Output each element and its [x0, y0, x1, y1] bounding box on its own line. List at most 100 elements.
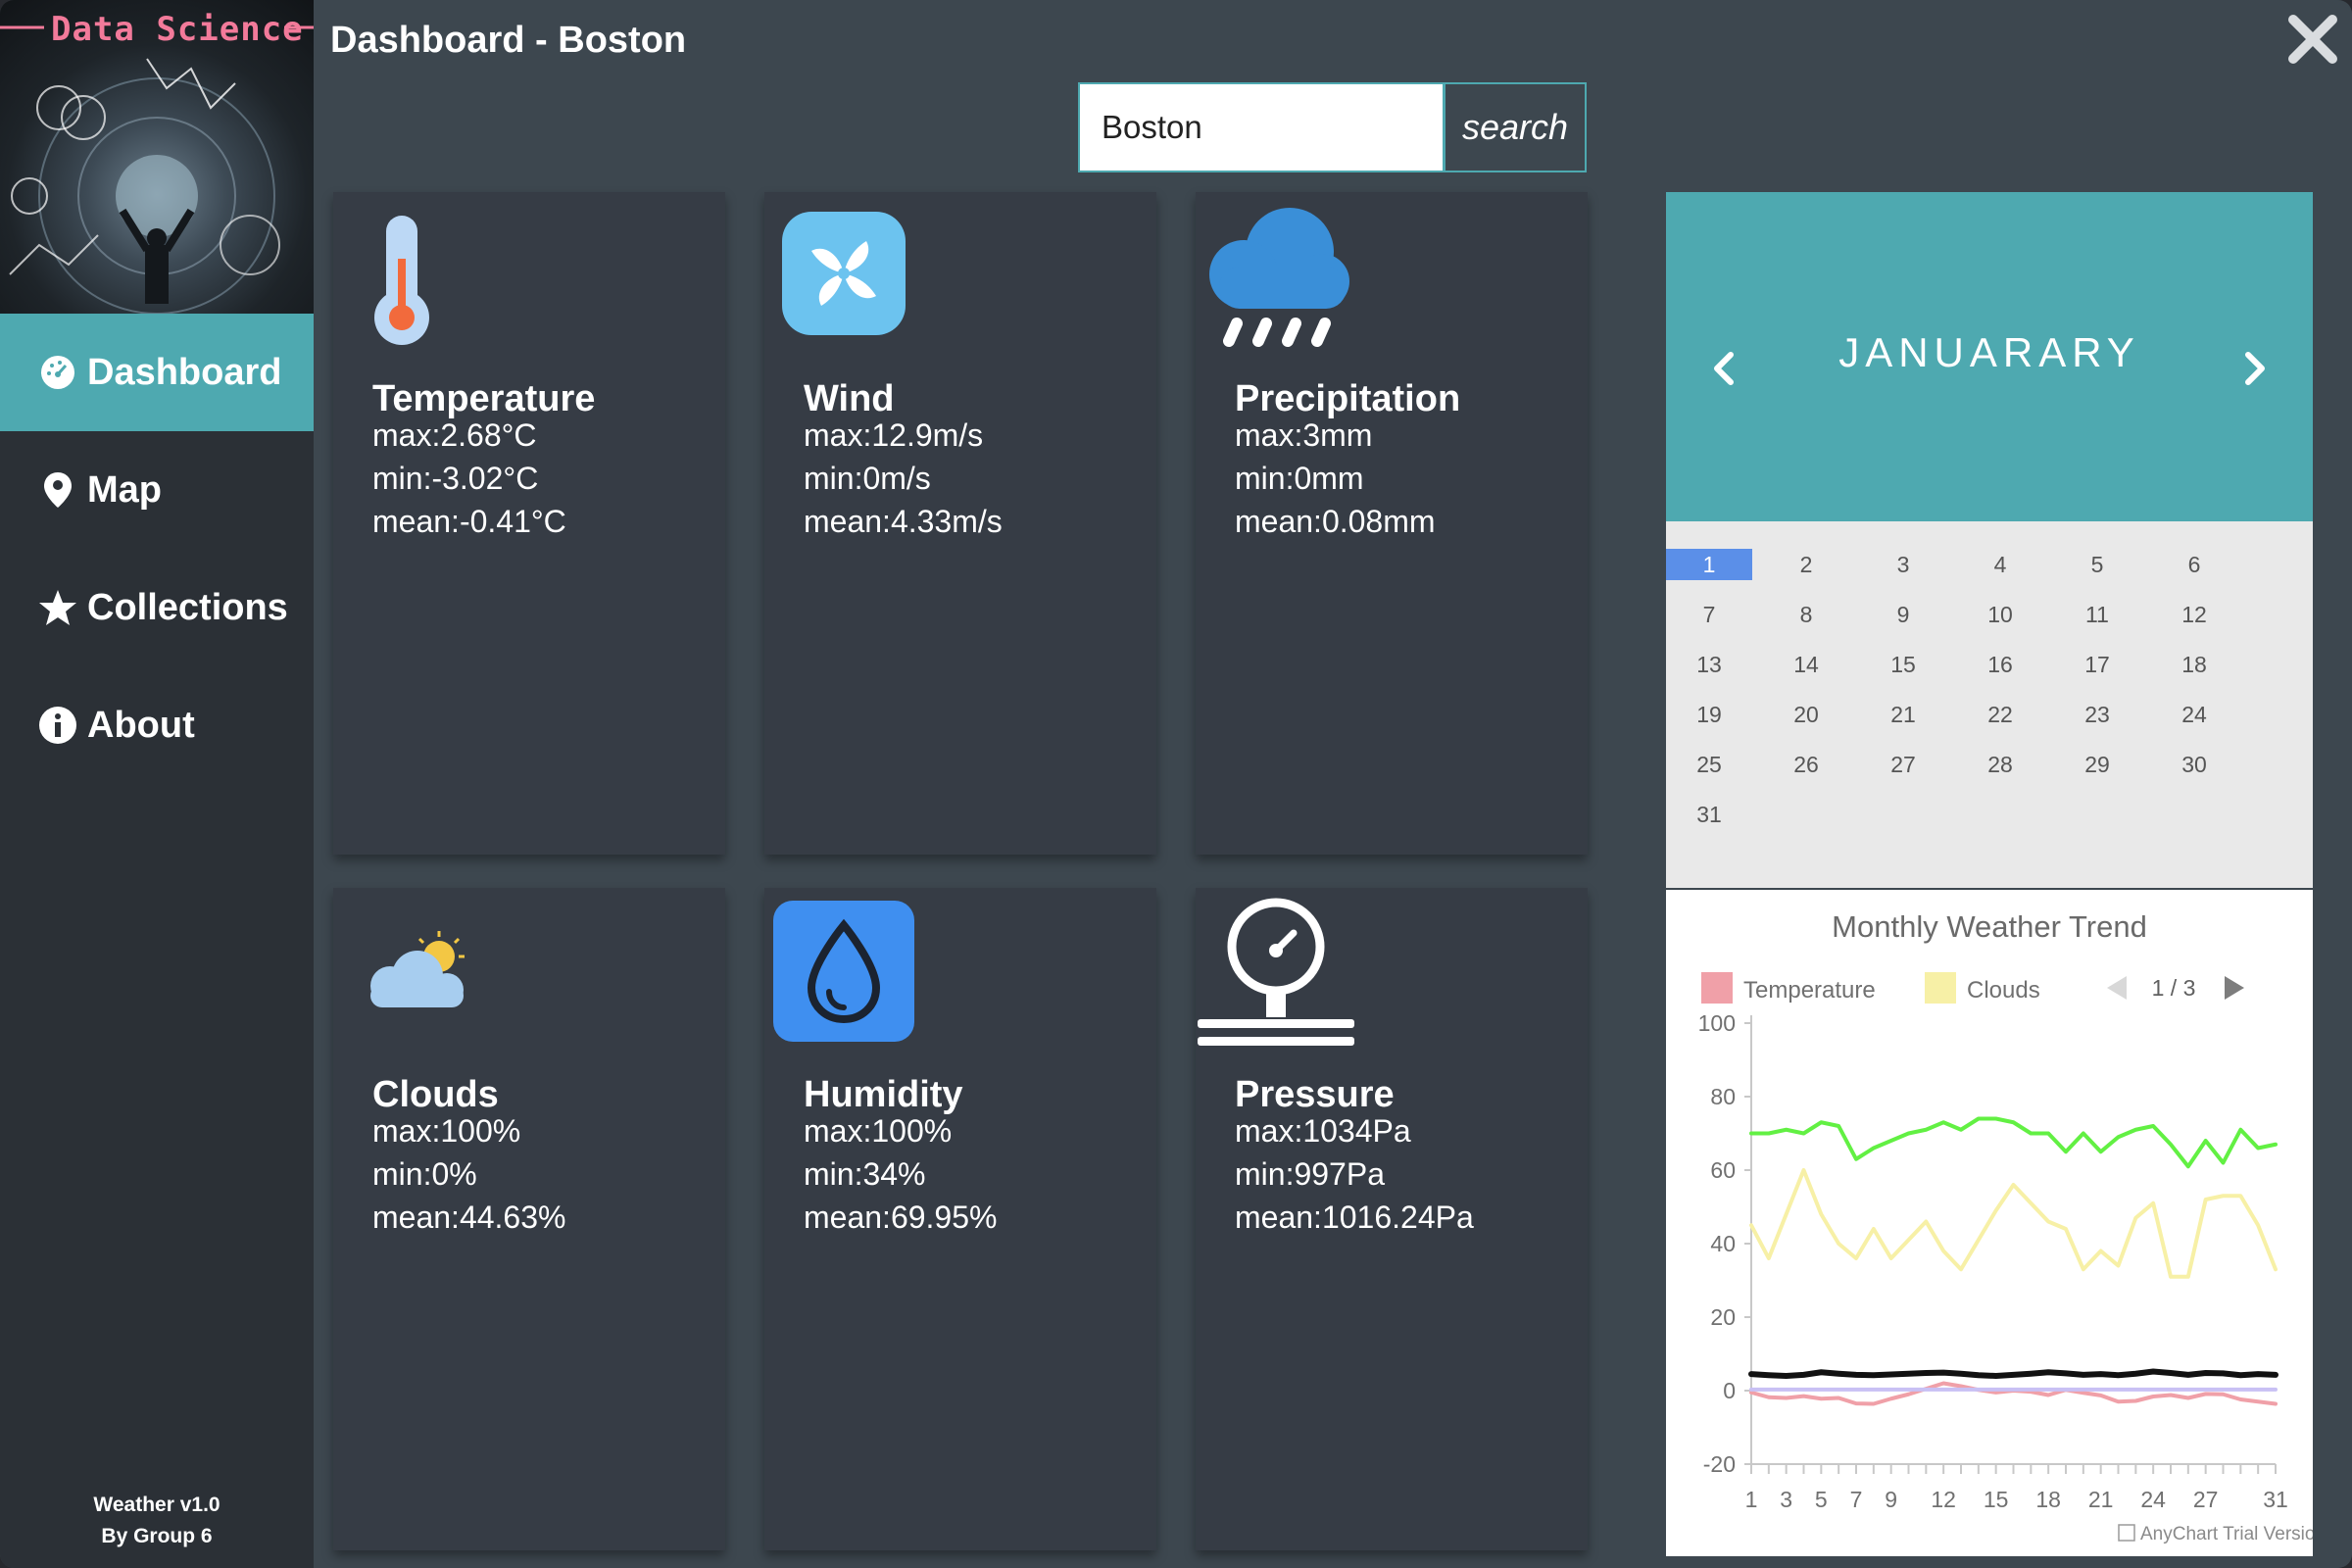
calendar-day[interactable]: 28	[1957, 749, 2043, 780]
card-min: min:997Pa	[1235, 1156, 1385, 1192]
calendar-day[interactable]: 4	[1957, 549, 2043, 580]
card-mean: mean:1016.24Pa	[1235, 1200, 1474, 1235]
chevron-right-icon	[2245, 352, 2265, 385]
sidebar-item-dashboard[interactable]: Dashboard	[0, 314, 314, 431]
y-tick-label: 60	[1710, 1157, 1736, 1183]
calendar-day[interactable]: 2	[1763, 549, 1849, 580]
sidebar-item-label: Collections	[87, 586, 288, 628]
chart-svg: Monthly Weather Trend Temperature Clouds 1 …	[1698, 909, 2313, 1544]
star-icon	[38, 588, 77, 627]
y-tick-label: -20	[1703, 1451, 1736, 1477]
weather-trend-chart: Monthly Weather Trend Temperature Clouds 1 …	[1666, 890, 2313, 1556]
card-mean: mean:4.33m/s	[804, 504, 1003, 539]
calendar-day[interactable]: 8	[1763, 599, 1849, 630]
calendar-day[interactable]: 11	[2054, 599, 2140, 630]
calendar-day[interactable]: 16	[1957, 649, 2043, 680]
calendar-day[interactable]: 20	[1763, 699, 1849, 730]
calendar-day[interactable]: 22	[1957, 699, 2043, 730]
x-tick-label: 7	[1850, 1487, 1863, 1512]
card-max: max:2.68°C	[372, 417, 537, 453]
legend-label: Temperature	[1743, 977, 1876, 1004]
calendar-month: JANUARARY	[1838, 329, 2140, 375]
card-max: max:100%	[804, 1113, 953, 1149]
calendar-day[interactable]: 19	[1666, 699, 1752, 730]
calendar-grid: 1 2 3 4 5 6 7 8 9 10 11 12 13 14 15 16 17 18 19 20 21 22 23 24 2…	[1666, 521, 2313, 888]
calendar-day[interactable]: 27	[1860, 749, 1946, 780]
series-line	[1749, 1381, 2278, 1406]
y-tick-label: 40	[1710, 1231, 1736, 1256]
logo: Data Science	[0, 0, 314, 314]
card-title: Clouds	[372, 1074, 499, 1115]
close-button[interactable]	[2283, 10, 2342, 69]
wind-card: Wind max:12.9m/s min:0m/s mean:4.33m/s	[764, 192, 1156, 855]
credit-label: By Group 6	[101, 1525, 213, 1547]
calendar-day[interactable]: 18	[2151, 649, 2237, 680]
series-line	[1748, 1368, 2278, 1379]
sidebar-item-label: Dashboard	[87, 351, 282, 393]
map-pin-icon	[38, 470, 77, 510]
x-tick-label: 31	[2263, 1487, 2288, 1512]
calendar-day[interactable]: 13	[1666, 649, 1752, 680]
card-min: min:0m/s	[804, 461, 931, 496]
calendar-day[interactable]: 23	[2054, 699, 2140, 730]
calendar-day[interactable]: 29	[2054, 749, 2140, 780]
legend-swatch	[1701, 972, 1733, 1004]
calendar-day[interactable]: 31	[1666, 799, 1752, 830]
card-title: Humidity	[804, 1074, 963, 1115]
card-min: min:34%	[804, 1156, 926, 1192]
calendar-day[interactable]: 1	[1666, 549, 1752, 580]
legend-next-icon	[2225, 976, 2244, 1000]
x-tick-label: 27	[2193, 1487, 2219, 1512]
calendar-day[interactable]: 25	[1666, 749, 1752, 780]
calendar-day[interactable]: 15	[1860, 649, 1946, 680]
y-tick-label: 100	[1698, 1010, 1736, 1036]
x-tick-label: 1	[1745, 1487, 1758, 1512]
x-tick-label: 18	[2035, 1487, 2061, 1512]
card-max: max:3mm	[1235, 417, 1373, 453]
sidebar-item-collections[interactable]: Collections	[0, 549, 314, 666]
y-tick-label: 80	[1710, 1084, 1736, 1109]
x-tick-label: 3	[1780, 1487, 1792, 1512]
close-icon	[2288, 15, 2337, 64]
card-mean: mean:-0.41°C	[372, 504, 566, 539]
sidebar-item-about[interactable]: About	[0, 666, 314, 784]
calendar-day[interactable]: 3	[1860, 549, 1946, 580]
chart-title: Monthly Weather Trend	[1832, 909, 2147, 944]
x-tick-label: 15	[1984, 1487, 2009, 1512]
chart-watermark: AnyChart Trial Version	[2140, 1524, 2313, 1544]
humidity-card: Humidity max:100% min:34% mean:69.95%	[764, 888, 1156, 1550]
calendar-day[interactable]: 10	[1957, 599, 2043, 630]
calendar-day[interactable]: 30	[2151, 749, 2237, 780]
y-tick-label: 0	[1723, 1378, 1736, 1403]
search-button[interactable]: search	[1444, 82, 1587, 172]
legend-label: Clouds	[1967, 977, 2040, 1004]
anychart-logo-icon	[2118, 1524, 2135, 1542]
calendar-day[interactable]: 9	[1860, 599, 1946, 630]
calendar-day[interactable]: 26	[1763, 749, 1849, 780]
calendar-day[interactable]: 6	[2151, 549, 2237, 580]
series-line	[1749, 1168, 2278, 1279]
calendar-day[interactable]: 7	[1666, 599, 1752, 630]
calendar-day[interactable]: 17	[2054, 649, 2140, 680]
clouds-card: Clouds max:100% min:0% mean:44.63%	[333, 888, 725, 1550]
calendar-day[interactable]: 12	[2151, 599, 2237, 630]
dashboard-gauge-icon	[38, 353, 77, 392]
version-info: Weather v1.0 By Group 6	[0, 1490, 314, 1552]
sidebar-item-map[interactable]: Map	[0, 431, 314, 549]
calendar-day[interactable]: 24	[2151, 699, 2237, 730]
card-title: Precipitation	[1235, 378, 1461, 419]
card-mean: mean:0.08mm	[1235, 504, 1436, 539]
water-drop-icon	[772, 900, 915, 1048]
calendar-next-button[interactable]	[2234, 347, 2274, 390]
card-mean: mean:69.95%	[804, 1200, 998, 1235]
calendar-day[interactable]: 21	[1860, 699, 1946, 730]
calendar-day[interactable]: 14	[1763, 649, 1849, 680]
calendar-day[interactable]: 5	[2054, 549, 2140, 580]
search-input[interactable]	[1078, 82, 1445, 172]
sidebar: Data Science Dashboard Map Collections A…	[0, 0, 314, 1568]
sidebar-item-label: Map	[87, 468, 162, 511]
page-title: Dashboard - Boston	[330, 20, 687, 61]
card-min: min:0%	[372, 1156, 477, 1192]
x-tick-label: 5	[1815, 1487, 1828, 1512]
partly-cloudy-icon	[357, 927, 474, 1020]
